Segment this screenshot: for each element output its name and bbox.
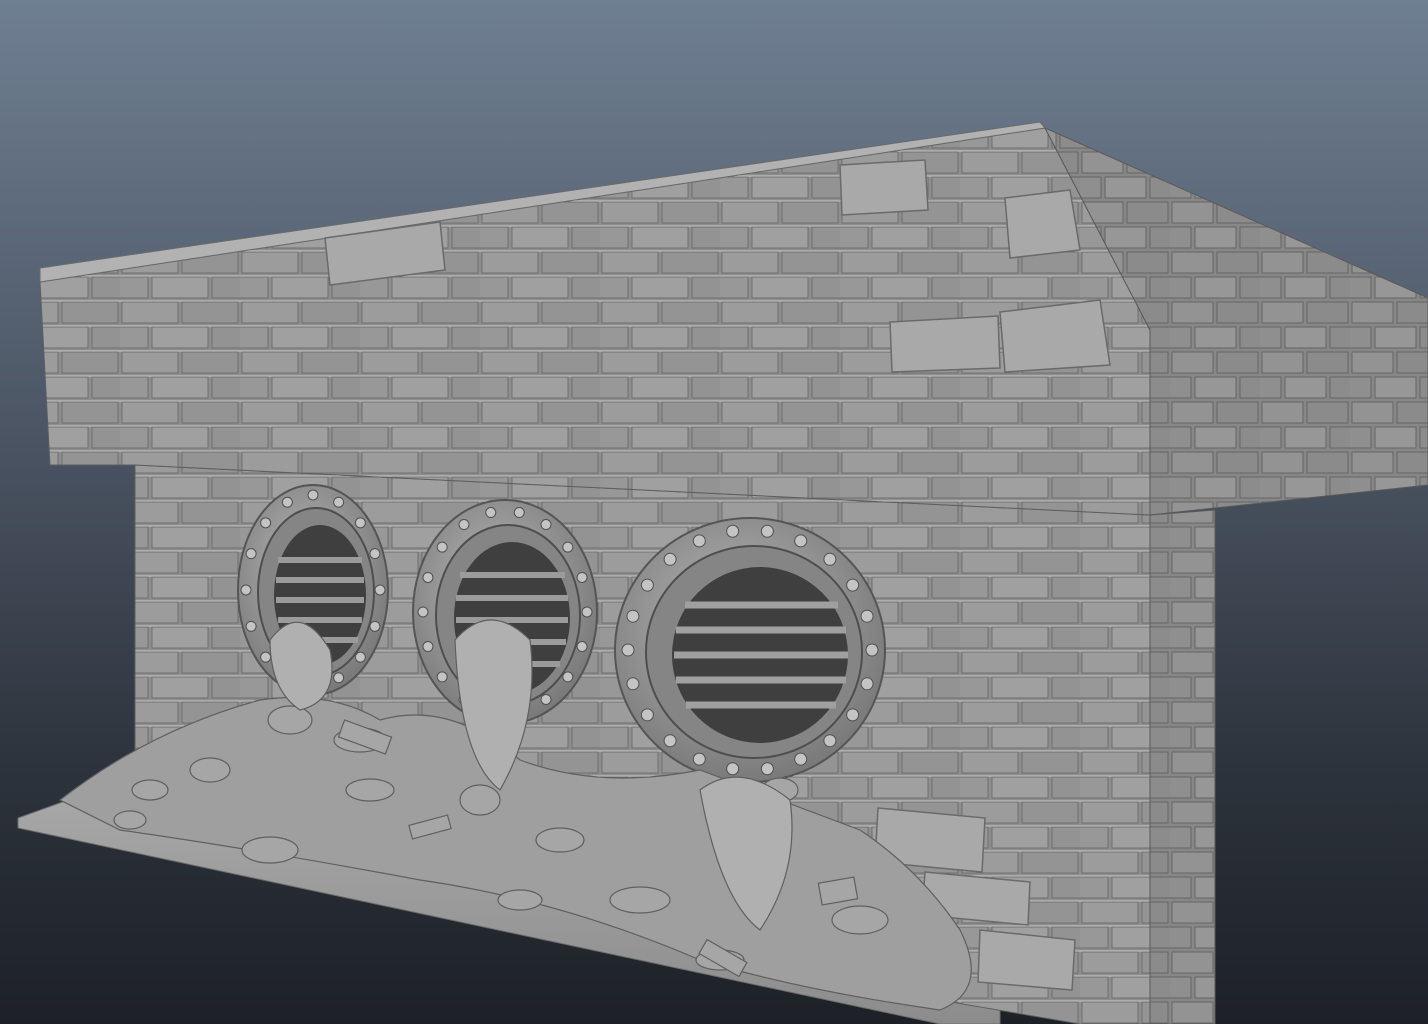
- bolt: [794, 752, 808, 766]
- bolt: [369, 620, 381, 632]
- bolt: [846, 578, 860, 592]
- bolt: [581, 606, 593, 618]
- 3d-viewport[interactable]: [0, 0, 1428, 1024]
- bolt: [422, 571, 434, 583]
- bolt: [333, 672, 345, 684]
- bolt: [245, 620, 257, 632]
- bolt: [240, 584, 252, 596]
- bolt: [726, 762, 740, 776]
- bolt: [860, 609, 874, 623]
- bolt: [562, 671, 574, 683]
- bolt: [260, 517, 272, 529]
- bolt: [281, 496, 293, 508]
- bolt: [640, 708, 654, 722]
- bolt: [692, 534, 706, 548]
- bolt: [513, 507, 525, 519]
- bolt: [760, 762, 774, 776]
- bolt: [458, 519, 470, 531]
- bolt: [485, 507, 497, 519]
- bolt: [245, 548, 257, 560]
- bolt: [354, 517, 366, 529]
- bolt: [794, 534, 808, 548]
- bolt: [621, 643, 635, 657]
- bolt: [540, 519, 552, 531]
- bolt: [823, 552, 837, 566]
- bolt: [307, 489, 319, 501]
- pipe-right: [614, 517, 886, 783]
- sculpted-wall-scene: [17, 121, 1428, 1024]
- bolt: [576, 571, 588, 583]
- bolt: [663, 552, 677, 566]
- bolt: [540, 693, 552, 705]
- wall-side-pillar: [1149, 509, 1216, 1024]
- bolt: [626, 609, 640, 623]
- bolt: [436, 541, 448, 553]
- bolt: [823, 734, 837, 748]
- bolt: [562, 541, 574, 553]
- bolt: [436, 671, 448, 683]
- bolt: [369, 548, 381, 560]
- bolt: [846, 708, 860, 722]
- bolt: [860, 677, 874, 691]
- bolt: [663, 734, 677, 748]
- bolt: [626, 677, 640, 691]
- bolt: [576, 641, 588, 653]
- bolt: [692, 752, 706, 766]
- bolt: [760, 524, 774, 538]
- bolt: [260, 651, 272, 663]
- bolt: [640, 578, 654, 592]
- bolt: [422, 641, 434, 653]
- bolt: [726, 524, 740, 538]
- bolt: [333, 496, 345, 508]
- bolt: [354, 651, 366, 663]
- bolt: [374, 584, 386, 596]
- bolt: [865, 643, 879, 657]
- bolt: [417, 606, 429, 618]
